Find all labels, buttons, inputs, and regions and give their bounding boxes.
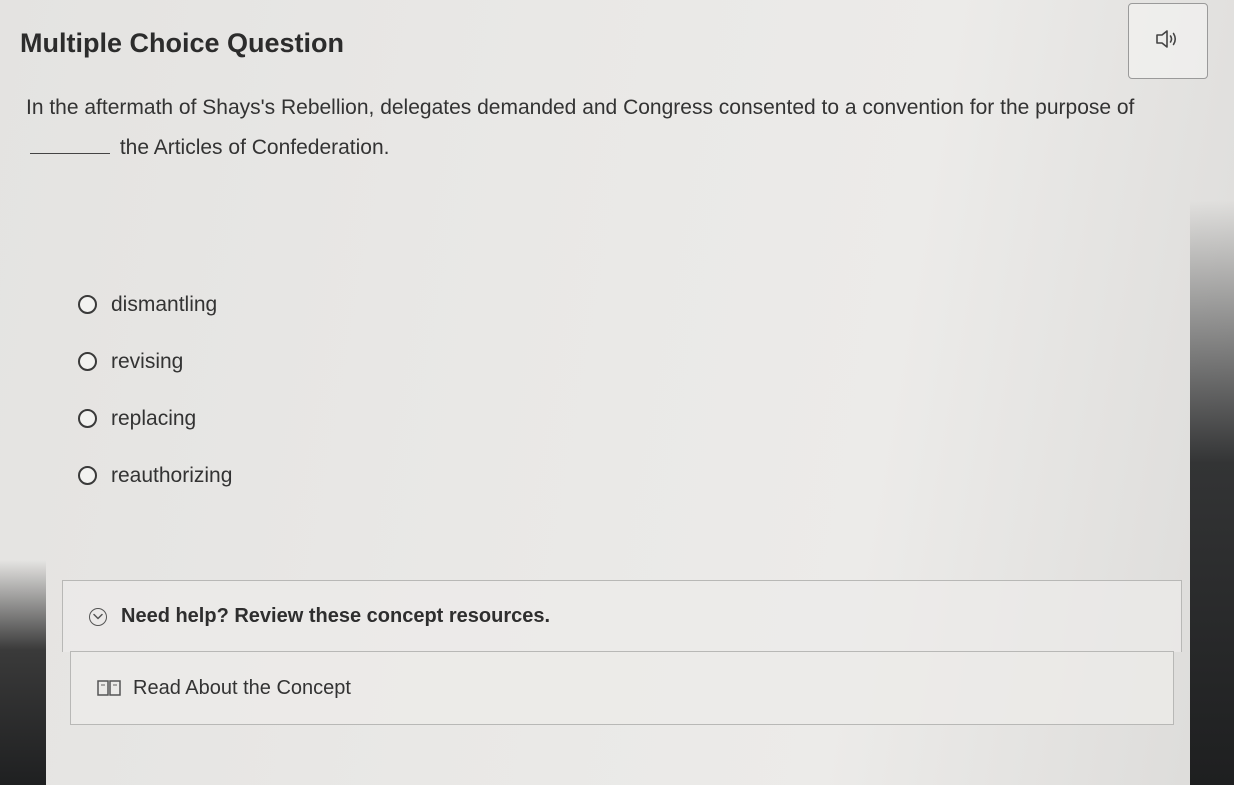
option-label: revising: [111, 349, 184, 373]
read-aloud-button[interactable]: [1128, 3, 1208, 79]
chevron-down-circle-icon: [89, 607, 107, 626]
speaker-icon: [1155, 28, 1181, 55]
resource-read-about-concept[interactable]: Read About the Concept: [70, 651, 1174, 725]
radio-button[interactable]: [78, 295, 97, 314]
background-edge-left: [0, 560, 46, 785]
option-label: dismantling: [111, 292, 218, 316]
question-text: In the aftermath of Shays's Rebellion, d…: [26, 88, 1186, 168]
answer-options: dismantling revising replacing reauthori…: [78, 276, 232, 504]
page-title: Multiple Choice Question: [20, 28, 345, 58]
radio-button[interactable]: [78, 352, 97, 371]
question-text-after: the Articles of Confederation.: [119, 136, 390, 159]
radio-button[interactable]: [78, 466, 97, 485]
read-about-concept-link[interactable]: Read About the Concept: [133, 677, 351, 700]
option-label: replacing: [111, 406, 197, 430]
background-edge-right: [1190, 200, 1234, 785]
book-icon: [97, 679, 121, 697]
option-label: reauthorizing: [111, 463, 233, 487]
answer-blank: [30, 139, 110, 154]
option-dismantling[interactable]: dismantling: [78, 276, 232, 333]
help-label: Need help? Review these concept resource…: [121, 605, 551, 627]
question-text-before: In the aftermath of Shays's Rebellion, d…: [26, 96, 1135, 119]
option-reauthorizing[interactable]: reauthorizing: [78, 447, 232, 504]
help-resources-toggle[interactable]: Need help? Review these concept resource…: [62, 580, 1182, 652]
question-screen: Multiple Choice Question In the aftermat…: [0, 0, 1234, 785]
option-replacing[interactable]: replacing: [78, 390, 232, 447]
radio-button[interactable]: [78, 409, 97, 428]
option-revising[interactable]: revising: [78, 333, 232, 390]
